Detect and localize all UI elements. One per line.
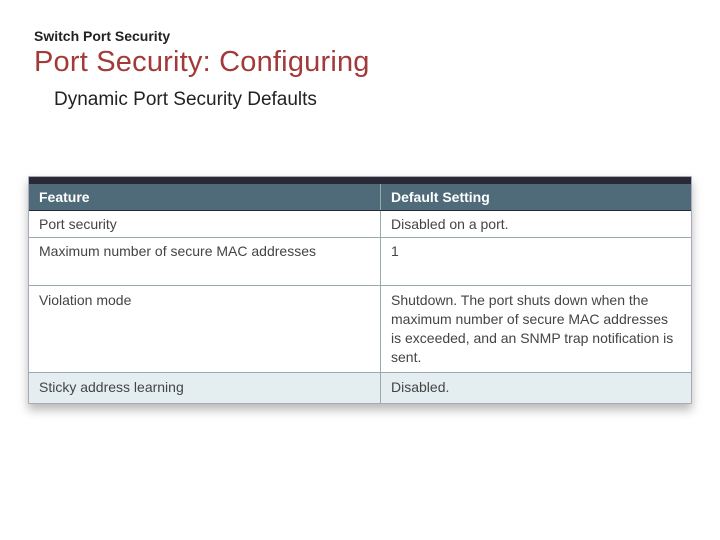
defaults-table: Feature Default Setting Port security Di… [28,176,692,404]
column-header-default-setting: Default Setting [381,184,691,210]
slide-subtitle: Dynamic Port Security Defaults [54,89,720,111]
cell-setting: Disabled on a port. [381,211,691,237]
table-header-row: Feature Default Setting [29,183,691,211]
column-header-feature: Feature [29,184,381,210]
cell-feature: Maximum number of secure MAC addresses [29,238,381,285]
table-row: Violation mode Shutdown. The port shuts … [29,286,691,373]
table-row: Sticky address learning Disabled. [29,373,691,403]
cell-setting: Shutdown. The port shuts down when the m… [381,286,691,372]
table-row: Maximum number of secure MAC addresses 1 [29,238,691,286]
cell-feature: Port security [29,211,381,237]
slide-kicker: Switch Port Security [34,28,720,44]
slide-title: Port Security: Configuring [34,46,720,79]
cell-feature: Violation mode [29,286,381,372]
table-row: Port security Disabled on a port. [29,211,691,238]
cell-setting: Disabled. [381,373,691,403]
cell-feature: Sticky address learning [29,373,381,403]
cell-setting: 1 [381,238,691,285]
